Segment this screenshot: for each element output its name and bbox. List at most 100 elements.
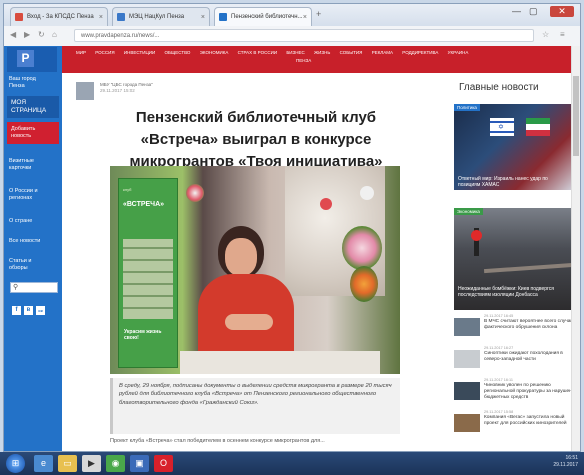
flower-red: [320, 198, 332, 210]
sidebar-my-page[interactable]: МОЯ СТРАНИЦА: [7, 96, 59, 118]
sidebar-item-articles[interactable]: Статьи и обзоры: [9, 258, 59, 272]
nav-item-events[interactable]: СОБЫТИЯ: [340, 50, 363, 55]
news-item-1-date: 29.11.2017 16:45: [484, 314, 514, 318]
nav-item-fear[interactable]: СТРАХ В РОССИИ: [238, 50, 277, 55]
chrome-icon[interactable]: ◉: [106, 455, 125, 472]
site-icon: [117, 13, 125, 21]
nav-item-directive[interactable]: РОДДИРЕКТИВА: [402, 50, 438, 55]
sidebar-item-russia[interactable]: О России и регионах: [9, 188, 59, 202]
woman-face: [225, 238, 257, 276]
nav-item-penza[interactable]: ПЕНЗА: [296, 58, 311, 63]
star-icon[interactable]: ☆: [542, 30, 549, 39]
nav-item-world[interactable]: МИР: [76, 50, 86, 55]
taskbar: ⊞ e ▭ ▶ ◉ ▣ O 16:51 29.11.2017: [0, 452, 584, 475]
start-button[interactable]: ⊞: [6, 454, 25, 473]
news-item-4-thumb: [454, 414, 480, 432]
close-window-button[interactable]: ✕: [550, 6, 574, 17]
news-item-3-text[interactable]: Чиновник уволен по решению региональной …: [484, 383, 578, 401]
scrollbar-thumb[interactable]: [573, 76, 579, 156]
site-icon: [219, 13, 227, 21]
sidebar-item-all-news[interactable]: Все новости: [9, 238, 59, 245]
new-tab-button[interactable]: +: [316, 9, 321, 19]
article: МБУ "ЦБС города Пенза" 29.11.2017 15:02 …: [72, 76, 427, 451]
club-banner: клуб «ВСТРЕЧА» Украсим жизнь свою!: [118, 178, 178, 368]
ok-icon[interactable]: ок: [36, 306, 45, 315]
news-item-1-text[interactable]: В МЧС считают вероятнее всего случаи фак…: [484, 319, 578, 331]
menu-icon[interactable]: ≡: [560, 30, 565, 39]
url-input[interactable]: www.pravdapenza.ru/news/...: [74, 29, 534, 42]
news-card-1-caption[interactable]: Ответный мир: Израиль нанес удар по пози…: [458, 176, 568, 188]
news-item-3-date: 29.11.2017 16:11: [484, 378, 513, 382]
sidebar-add-news[interactable]: Добавить новость: [7, 122, 59, 144]
close-tab-icon[interactable]: ×: [303, 8, 307, 26]
maximize-button[interactable]: ▢: [529, 6, 538, 17]
article-author[interactable]: МБУ "ЦБС города Пенза": [100, 82, 153, 87]
home-icon[interactable]: ⌂: [52, 30, 57, 39]
tab-1-label: Вход - За КПСДС Пенза: [27, 14, 94, 20]
vk-icon[interactable]: в: [24, 306, 33, 315]
address-bar-row: ◀ ▶ ↻ ⌂ www.pravdapenza.ru/news/... ☆ ≡: [4, 26, 580, 47]
page-scrollbar[interactable]: [571, 46, 580, 451]
nav-item-life[interactable]: ЖИЗНЬ: [314, 50, 330, 55]
nav-item-russia[interactable]: РОССИЯ: [95, 50, 114, 55]
sidebar-city[interactable]: Ваш город Пенза: [9, 76, 59, 90]
reload-icon[interactable]: ↻: [38, 30, 45, 39]
main-news-panel: Главные новости Политика ✡ Ответный мир:…: [451, 76, 580, 451]
opera-icon[interactable]: O: [154, 455, 173, 472]
nav-item-investments[interactable]: ИНВЕСТИЦИИ: [124, 50, 155, 55]
flag-israel-icon: ✡: [490, 118, 514, 136]
article-photo: клуб «ВСТРЕЧА» Украсим жизнь свою!: [110, 166, 400, 374]
folder-icon[interactable]: ▭: [58, 455, 77, 472]
top-navigation: МИР РОССИЯ ИНВЕСТИЦИИ ОБЩЕСТВО ЭКОНОМИКА…: [62, 46, 580, 73]
banner-slogan-text: Украсим жизнь свою!: [124, 329, 162, 341]
news-item-4-text[interactable]: Компания «Вегас» запустила новый проект …: [484, 415, 578, 427]
news-item-1[interactable]: 29.11.2017 16:45 В МЧС считают вероятнее…: [454, 314, 578, 338]
site-logo[interactable]: Р: [7, 47, 57, 72]
author-avatar: [76, 82, 94, 100]
banner-name-text: «ВСТРЕЧА»: [123, 201, 165, 208]
article-title: Пензенский библиотечный клуб «Встреча» в…: [129, 109, 383, 170]
tab-1[interactable]: Вход - За КПСДС Пенза ×: [10, 7, 108, 26]
tray-time: 16:51: [565, 455, 578, 461]
flower-left: [186, 184, 204, 202]
news-item-2-thumb: [454, 350, 480, 368]
nav-item-society[interactable]: ОБЩЕСТВО: [165, 50, 191, 55]
system-tray[interactable]: 16:51 29.11.2017: [553, 455, 578, 469]
facebook-icon[interactable]: f: [12, 306, 21, 315]
news-item-2-date: 29.11.2017 16:27: [484, 346, 514, 350]
tab-3[interactable]: Пензенский библиотечн... ×: [214, 7, 312, 26]
explorer-icon[interactable]: ▣: [130, 455, 149, 472]
news-card-2-tag[interactable]: Экономика: [454, 208, 483, 215]
sidebar-item-country[interactable]: О стране: [9, 218, 59, 225]
minimize-button[interactable]: —: [512, 6, 521, 16]
nav-item-ukraine[interactable]: УКРАИНА: [448, 50, 469, 55]
search-input[interactable]: ⚲: [10, 282, 58, 293]
mail-icon: [15, 13, 23, 21]
news-card-2-caption[interactable]: Неожиданные бомбёжки: Киев подвергся пос…: [458, 286, 568, 298]
forward-icon[interactable]: ▶: [24, 30, 30, 39]
news-item-2[interactable]: 29.11.2017 16:27 Синоптики ожидают похол…: [454, 346, 578, 370]
news-item-3[interactable]: 29.11.2017 16:11 Чиновник уволен по реше…: [454, 378, 578, 402]
media-icon[interactable]: ▶: [82, 455, 101, 472]
sidebar-item-cards[interactable]: Визитные карточки: [9, 158, 59, 172]
close-tab-icon[interactable]: ×: [99, 8, 103, 26]
nav-item-ads[interactable]: РЕКЛАМА: [372, 50, 393, 55]
red-signal-icon: [471, 230, 482, 241]
nav-item-economy[interactable]: ЭКОНОМИКА: [200, 50, 229, 55]
news-card-2[interactable]: Экономика Неожиданные бомбёжки: Киев под…: [454, 208, 578, 310]
news-item-4[interactable]: 29.11.2017 15:58 Компания «Вегас» запуст…: [454, 410, 578, 434]
photo-caption: В среду, 29 ноября, подписаны документы …: [110, 378, 400, 434]
close-tab-icon[interactable]: ×: [201, 8, 205, 26]
news-card-1-tag[interactable]: Политика: [454, 104, 480, 111]
tab-2[interactable]: МЭЦ НацКул Пенза ×: [112, 7, 210, 26]
tab-bar: Вход - За КПСДС Пенза × МЭЦ НацКул Пенза…: [4, 4, 580, 26]
news-item-2-text[interactable]: Синоптики ожидают похолодания в северо-з…: [484, 351, 578, 363]
ie-icon[interactable]: e: [34, 455, 53, 472]
article-date: 29.11.2017 15:02: [100, 88, 135, 93]
back-icon[interactable]: ◀: [10, 30, 16, 39]
nav-item-business[interactable]: БИЗНЕС: [286, 50, 304, 55]
news-item-4-date: 29.11.2017 15:58: [484, 410, 514, 414]
news-card-1[interactable]: Политика ✡ Ответный мир: Израиль нанес у…: [454, 104, 578, 190]
photo-table: [180, 351, 380, 374]
nav-items: МИР РОССИЯ ИНВЕСТИЦИИ ОБЩЕСТВО ЭКОНОМИКА…: [76, 49, 576, 65]
